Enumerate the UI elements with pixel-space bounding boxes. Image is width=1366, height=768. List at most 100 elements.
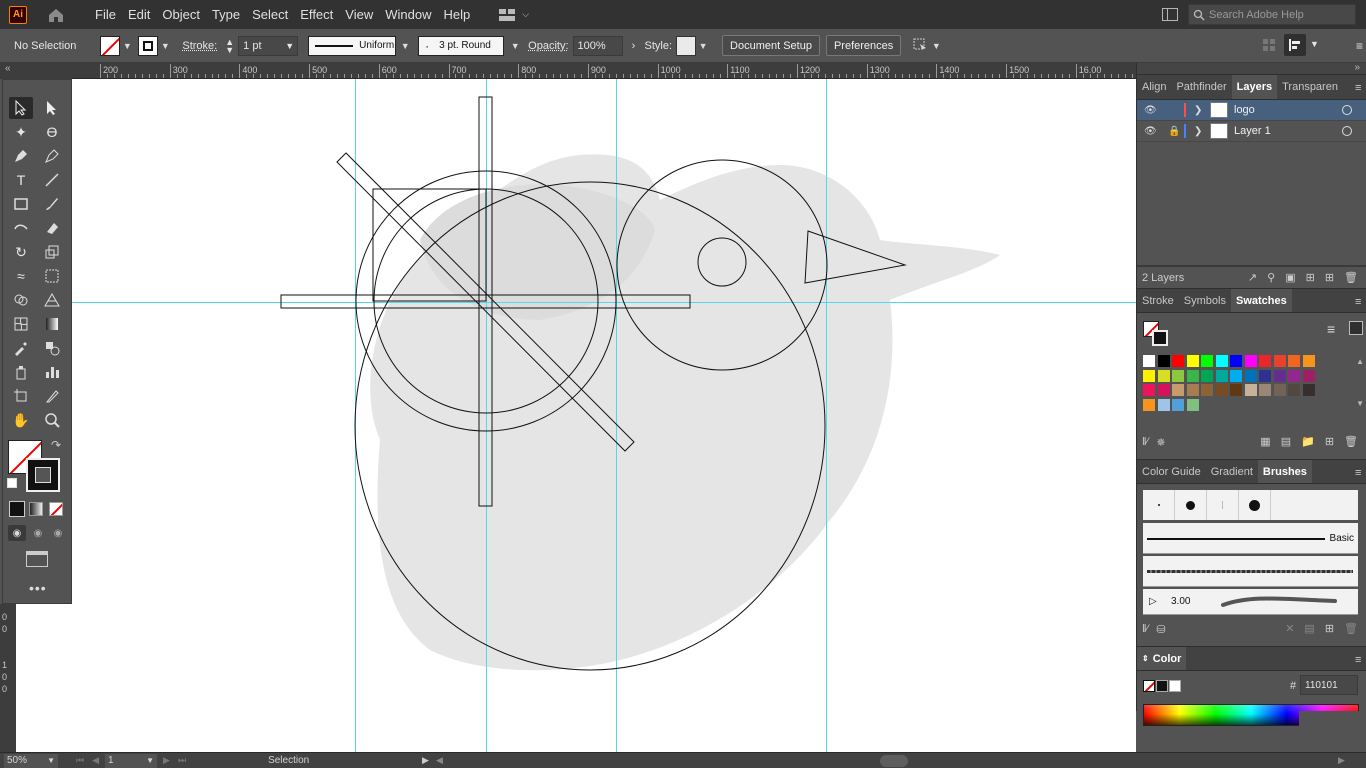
stroke-swatch[interactable] xyxy=(138,35,159,56)
trash-icon[interactable]: 🗑 xyxy=(1344,622,1358,635)
gradient-tool[interactable] xyxy=(40,313,64,335)
eraser-tool[interactable] xyxy=(40,217,64,239)
color-swatch[interactable] xyxy=(1157,398,1170,411)
curvature-tool[interactable] xyxy=(40,145,64,167)
arrange-icon[interactable] xyxy=(911,36,929,55)
horizontal-scroll-thumb[interactable] xyxy=(880,755,908,767)
opacity-field[interactable]: 100% xyxy=(572,35,623,56)
artboard-canvas[interactable] xyxy=(16,79,1136,752)
next-artboard-icon[interactable]: ▶ xyxy=(163,755,170,766)
tab-stroke[interactable]: Stroke xyxy=(1137,289,1179,312)
tab-symbols[interactable]: Symbols xyxy=(1179,289,1231,312)
free-transform-tool[interactable] xyxy=(40,265,64,287)
black-color-swatch[interactable] xyxy=(1156,680,1168,692)
color-swatch[interactable] xyxy=(1186,369,1199,382)
chevron-right-icon[interactable]: ❯ xyxy=(1194,105,1204,116)
blend-tool[interactable] xyxy=(40,337,64,359)
brush-charcoal[interactable] xyxy=(1143,556,1358,587)
color-swatch[interactable] xyxy=(1302,384,1315,396)
eye-icon[interactable]: 👁 xyxy=(1144,105,1158,116)
menu-object[interactable]: Object xyxy=(156,0,206,29)
color-swatch[interactable] xyxy=(1230,369,1242,382)
panel-layout-icon[interactable] xyxy=(1162,8,1178,21)
hex-input[interactable]: 110101 xyxy=(1300,675,1358,695)
new-layer-icon[interactable]: ⊞ xyxy=(1325,271,1334,284)
shaper-tool[interactable] xyxy=(9,217,33,239)
horizontal-ruler[interactable]: 200 300 400 500 600 700 800 900 1000 1100 1200 1300… xyxy=(72,63,1136,79)
layer-name[interactable]: logo xyxy=(1234,104,1255,116)
color-swatch[interactable] xyxy=(1157,384,1170,396)
remove-stroke-icon[interactable]: ✕ xyxy=(1285,622,1294,635)
locate-object-icon[interactable]: ⚲ xyxy=(1267,271,1275,284)
color-swatch[interactable] xyxy=(1186,355,1199,367)
add-to-library-icon[interactable]: ✵ xyxy=(1156,436,1165,449)
export-icon[interactable]: ↗ xyxy=(1248,271,1257,284)
eye-icon[interactable]: 👁 xyxy=(1144,126,1158,137)
artwork[interactable] xyxy=(16,79,1136,752)
brush-swatch[interactable] xyxy=(1207,490,1239,520)
swatch-stroke-indicator[interactable] xyxy=(1152,330,1168,346)
collapse-dock-icon[interactable]: » xyxy=(1354,62,1360,73)
menu-view[interactable]: View xyxy=(339,0,379,29)
home-icon[interactable] xyxy=(47,7,65,23)
color-swatch[interactable] xyxy=(1230,384,1242,396)
color-swatch[interactable] xyxy=(1259,355,1271,367)
menu-window[interactable]: Window xyxy=(379,0,437,29)
clipping-mask-icon[interactable]: ▣ xyxy=(1285,271,1295,284)
color-swatch[interactable] xyxy=(1201,384,1213,396)
color-swatch[interactable] xyxy=(1273,369,1286,382)
panel-menu-icon[interactable]: ≡ xyxy=(1355,654,1363,666)
zoom-tool[interactable] xyxy=(40,409,64,431)
libraries-panel-icon[interactable]: ⛁ xyxy=(1156,623,1165,636)
scroll-left-icon[interactable]: ◀ xyxy=(436,755,443,766)
preferences-button[interactable]: Preferences xyxy=(825,35,902,56)
tab-transparency[interactable]: Transparen xyxy=(1277,75,1343,99)
vertical-ruler[interactable]: 0 0 1 0 0 xyxy=(0,604,16,752)
align-panel-icon[interactable] xyxy=(1284,34,1306,56)
color-swatch[interactable] xyxy=(1172,369,1184,382)
dock-collapse-bar[interactable]: » xyxy=(1137,62,1366,75)
color-swatch[interactable] xyxy=(1273,384,1286,396)
brush-definition-dropdown[interactable]: · 3 pt. Round xyxy=(418,35,505,56)
brush-options-icon[interactable]: ▤ xyxy=(1304,622,1314,635)
draw-behind-icon[interactable]: ◉ xyxy=(29,525,47,541)
tab-gradient[interactable]: Gradient xyxy=(1206,460,1258,483)
artboard-tool[interactable] xyxy=(9,385,33,407)
chevron-down-icon[interactable]: ▼ xyxy=(1310,39,1319,49)
pen-tool[interactable] xyxy=(9,145,33,167)
first-artboard-icon[interactable]: ⏮ xyxy=(76,755,84,766)
brush-swatch[interactable] xyxy=(1175,490,1207,520)
selection-tool[interactable] xyxy=(9,97,33,119)
chevron-down-icon[interactable]: ▼ xyxy=(696,41,710,51)
slice-tool[interactable] xyxy=(40,385,64,407)
zoom-field[interactable]: 50% ▼ xyxy=(4,753,58,768)
color-swatch[interactable] xyxy=(1230,355,1242,367)
color-swatch[interactable] xyxy=(1172,398,1184,411)
color-swatch[interactable] xyxy=(1143,369,1155,382)
layer-name[interactable]: Layer 1 xyxy=(1234,125,1271,137)
chevron-right-icon[interactable]: › xyxy=(627,40,641,52)
chevron-down-icon[interactable]: ▼ xyxy=(398,41,412,51)
swatch-options-icon[interactable]: ▤ xyxy=(1281,435,1291,448)
default-colors-icon[interactable] xyxy=(7,478,17,488)
none-mode-icon[interactable] xyxy=(49,502,63,516)
color-swatch[interactable] xyxy=(1288,384,1300,396)
stroke-label[interactable]: Stroke: xyxy=(182,40,217,52)
graphic-style-swatch[interactable] xyxy=(676,35,697,56)
brush-libraries-icon[interactable]: ‖⁄ xyxy=(1142,623,1148,635)
mesh-tool[interactable] xyxy=(9,313,33,335)
magic-wand-tool[interactable]: ✦ xyxy=(9,121,33,143)
menu-effect[interactable]: Effect xyxy=(294,0,339,29)
previous-artboard-icon[interactable]: ◀ xyxy=(92,755,99,766)
color-swatch[interactable] xyxy=(1288,355,1300,367)
target-icon[interactable] xyxy=(1342,126,1352,136)
color-swatch[interactable] xyxy=(1143,384,1155,396)
fill-swatch[interactable] xyxy=(100,35,121,56)
lock-icon[interactable]: 🔒 xyxy=(1168,126,1180,137)
stroke-weight-field[interactable]: 1 pt ▼ xyxy=(238,35,299,56)
line-segment-tool[interactable] xyxy=(40,169,64,191)
color-swatch[interactable] xyxy=(1143,398,1155,411)
scale-tool[interactable] xyxy=(40,241,64,263)
document-setup-button[interactable]: Document Setup xyxy=(722,35,820,56)
scroll-down-icon[interactable]: ▼ xyxy=(1356,399,1364,408)
